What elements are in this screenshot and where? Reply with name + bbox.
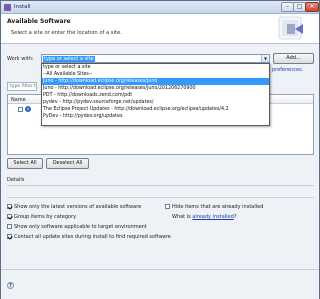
page-title: Available Software [7, 18, 71, 25]
hide-installed-label: Hide items that are already installed [172, 204, 264, 210]
dropdown-option-selected[interactable]: Juno - http://download.eclipse.org/relea… [42, 78, 269, 85]
install-dialog: Install – □ ✕ Available Software Select … [0, 0, 320, 299]
group-by-category-checkbox[interactable] [7, 214, 12, 219]
already-installed-link[interactable]: already installed [192, 214, 233, 220]
chevron-down-icon[interactable]: ▼ [261, 55, 269, 62]
details-area [7, 185, 314, 194]
filter-input[interactable]: type filter text [7, 82, 37, 91]
divider [7, 197, 314, 198]
work-with-value: type or select a site [43, 56, 95, 62]
dropdown-option[interactable]: Juno - http://download.eclipse.org/relea… [42, 85, 269, 92]
deselect-all-button[interactable]: Deselect All [46, 158, 89, 169]
target-env-checkbox[interactable] [7, 224, 12, 229]
work-with-combo[interactable]: type or select a site ▼ [41, 54, 270, 63]
page-subtitle: Select a site or enter the location of a… [11, 30, 122, 36]
dropdown-option[interactable]: type or select a site [42, 64, 269, 71]
wizard-header: Available Software Select a site or ente… [1, 14, 319, 44]
target-env-label: Show only software applicable to target … [14, 224, 147, 230]
select-all-button[interactable]: Select All [7, 158, 43, 169]
contact-sites-label: Contact all update sites during install … [14, 234, 171, 240]
table-row-checkbox[interactable] [18, 107, 23, 112]
add-site-button[interactable]: Add... [273, 53, 314, 64]
work-with-label: Work with: [7, 56, 34, 62]
info-icon: i [25, 106, 31, 112]
dropdown-option[interactable]: The Eclipse Project Updates - http://dow… [42, 106, 269, 113]
group-by-category-label: Group items by category [14, 214, 77, 220]
hide-installed-checkbox[interactable] [165, 204, 170, 209]
preferences-link[interactable]: preferences. [272, 67, 303, 73]
what-is-installed-text: What is already installed? [172, 214, 237, 220]
latest-versions-checkbox[interactable] [7, 204, 12, 209]
column-name-header[interactable]: Name [11, 97, 26, 103]
latest-versions-label: Show only the latest versions of availab… [14, 204, 142, 210]
window-title: Install [14, 4, 31, 10]
contact-sites-checkbox[interactable] [7, 234, 12, 239]
eclipse-app-icon [4, 4, 11, 11]
dropdown-option[interactable]: --All Available Sites-- [42, 71, 269, 78]
details-label: Details [7, 177, 25, 183]
site-dropdown-list[interactable]: type or select a site --All Available Si… [41, 63, 270, 126]
dropdown-option[interactable]: pydev - http://pydev.sourceforge.net/upd… [42, 99, 269, 106]
title-bar: Install – □ ✕ [1, 1, 319, 14]
install-banner-icon [278, 16, 303, 40]
dropdown-option[interactable]: PDT - http://downloads.zend.com/pdt [42, 92, 269, 99]
dropdown-option[interactable]: PyDev - http://pydev.org/updates [42, 113, 269, 120]
help-icon[interactable]: ? [7, 282, 14, 289]
wizard-footer: ? [1, 269, 319, 299]
close-button[interactable]: ✕ [305, 2, 319, 12]
